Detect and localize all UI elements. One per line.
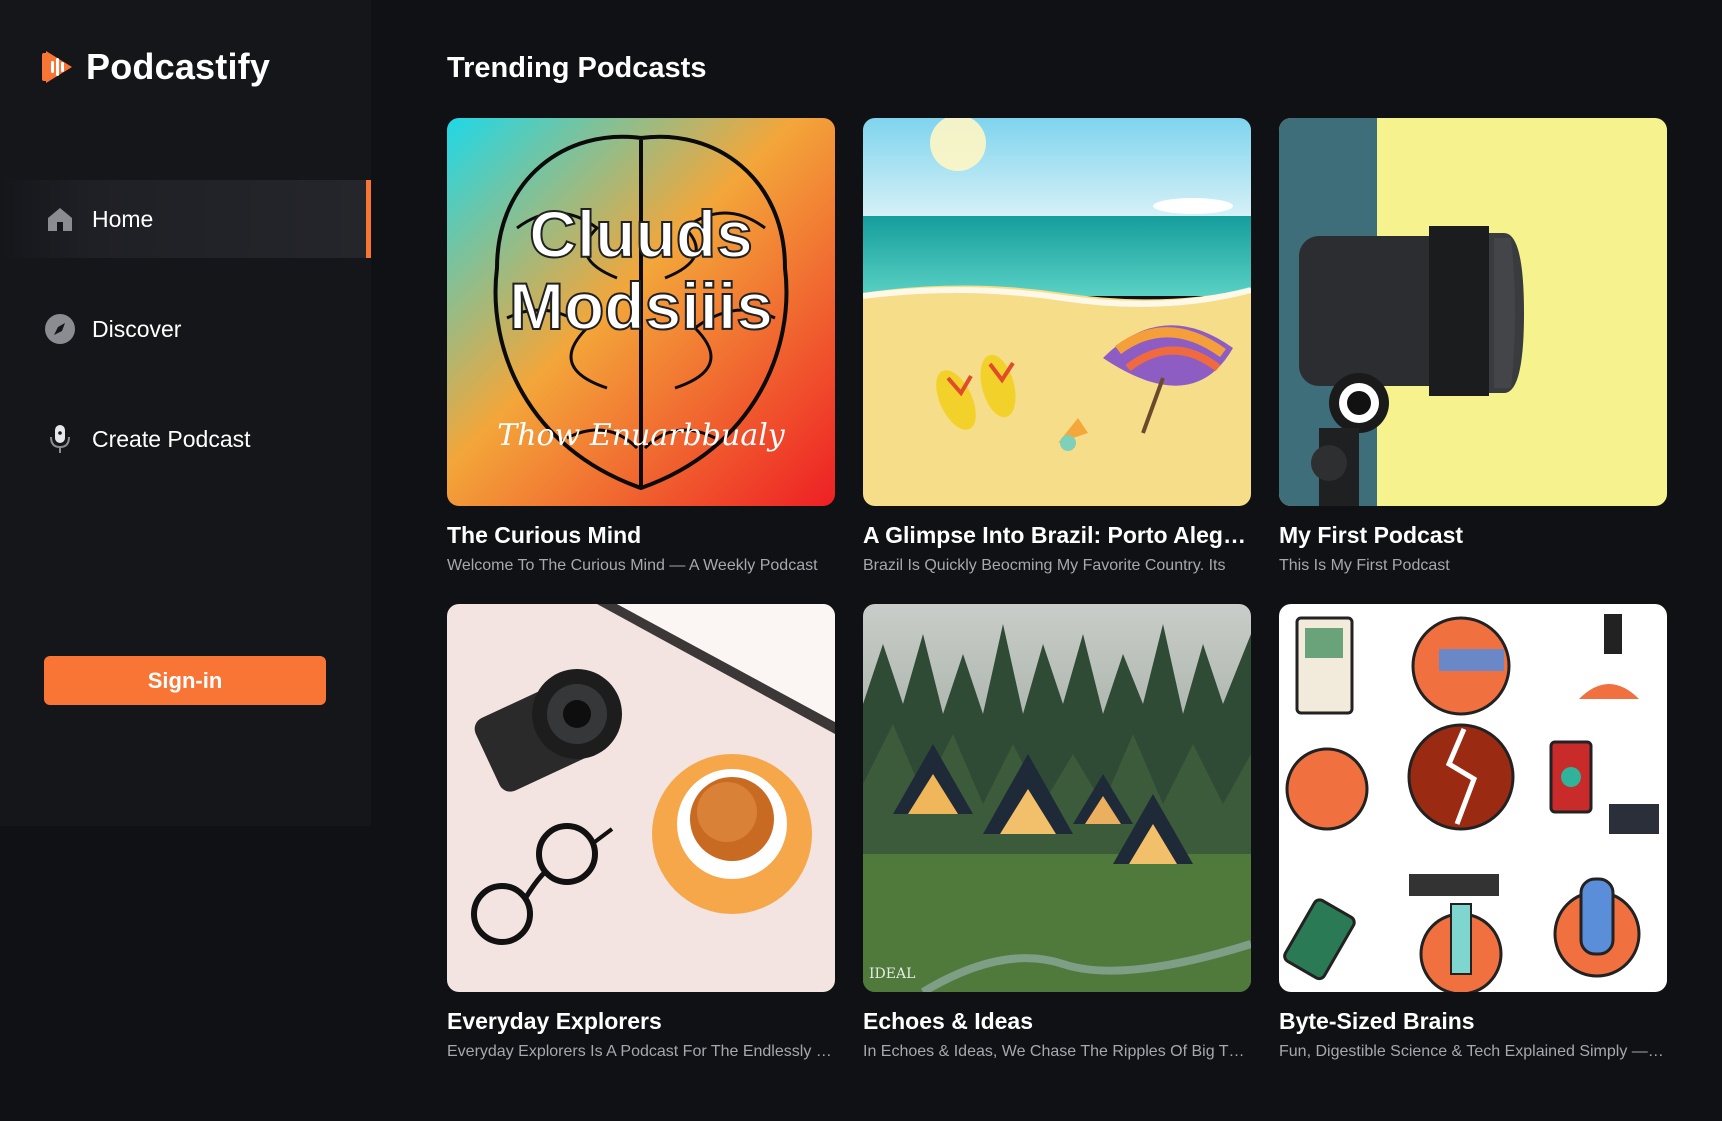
sidebar-item-label: Create Podcast [92, 425, 251, 452]
podcast-cover-image[interactable] [447, 604, 835, 992]
podcast-description: Fun, Digestible Science & Tech Explained… [1279, 1043, 1667, 1060]
sidebar-item-label: Discover [92, 315, 182, 342]
podcast-cover-image[interactable]: Cluuds Modsiiis Thow Enuarbbualy [447, 118, 835, 506]
podcast-description: Everyday Explorers Is A Podcast For The … [447, 1043, 835, 1060]
podcast-description: This Is My First Podcast [1279, 557, 1450, 574]
podcast-card[interactable]: IDEAL Echoes & Ideas In Echoes & Ideas, … [863, 604, 1251, 1061]
podcast-cover-image[interactable]: IDEAL [863, 604, 1251, 992]
cover-watermark: IDEAL [869, 966, 916, 982]
podcast-cover-image[interactable] [1279, 604, 1667, 992]
podcast-card[interactable]: Cluuds Modsiiis Thow Enuarbbualy The Cur… [447, 118, 835, 575]
podcast-cover-image[interactable] [1279, 118, 1667, 506]
podcast-title[interactable]: Byte-Sized Brains [1279, 1008, 1667, 1035]
sign-in-button[interactable]: Sign-in [44, 656, 326, 705]
podcast-cover-image[interactable] [863, 118, 1251, 506]
podcast-title[interactable]: My First Podcast [1279, 522, 1667, 549]
cover-text-line-2: Modsiiis [508, 268, 774, 344]
microphone-icon [44, 423, 76, 455]
podcast-title[interactable]: Echoes & Ideas [863, 1008, 1251, 1035]
podcast-title[interactable]: A Glimpse Into Brazil: Porto Alegre Edit… [863, 522, 1251, 549]
brand-name: Podcastify [86, 46, 271, 87]
podcast-description: In Echoes & Ideas, We Chase The Ripples … [863, 1043, 1251, 1060]
home-icon [44, 203, 76, 235]
podcastify-logo-icon [42, 51, 72, 83]
compass-icon [44, 313, 76, 345]
sidebar-item-discover[interactable]: Discover [0, 290, 371, 368]
sidebar-item-home[interactable]: Home [0, 180, 371, 258]
podcast-title[interactable]: The Curious Mind [447, 522, 835, 549]
podcast-grid: Cluuds Modsiiis Thow Enuarbbualy The Cur… [447, 118, 1667, 1061]
podcast-card[interactable]: My First Podcast This Is My First Podcas… [1279, 118, 1667, 575]
sidebar-item-create-podcast[interactable]: Create Podcast [0, 400, 371, 478]
cover-text-line-1: Cluuds [528, 196, 754, 272]
podcast-title[interactable]: Everyday Explorers [447, 1008, 835, 1035]
sidebar-nav: Home Discover Create Podcast [0, 180, 371, 510]
sidebar-item-label: Home [92, 205, 154, 232]
podcast-card[interactable]: Everyday Explorers Everyday Explorers Is… [447, 604, 835, 1061]
page-title: Trending Podcasts [447, 52, 707, 84]
podcast-card[interactable]: Byte-Sized Brains Fun, Digestible Scienc… [1279, 604, 1667, 1061]
podcast-card[interactable]: A Glimpse Into Brazil: Porto Alegre Edit… [863, 118, 1251, 575]
sidebar: Podcastify Home Discover Create Podcast … [0, 0, 371, 826]
cover-text-line-3: Thow Enuarbbualy [497, 418, 785, 453]
podcast-description: Welcome To The Curious Mind — A Weekly P… [447, 557, 818, 574]
podcast-description: Brazil Is Quickly Beocming My Favorite C… [863, 557, 1226, 574]
app-root: Podcastify Home Discover Create Podcast … [0, 0, 1722, 1121]
brand[interactable]: Podcastify [42, 46, 270, 88]
